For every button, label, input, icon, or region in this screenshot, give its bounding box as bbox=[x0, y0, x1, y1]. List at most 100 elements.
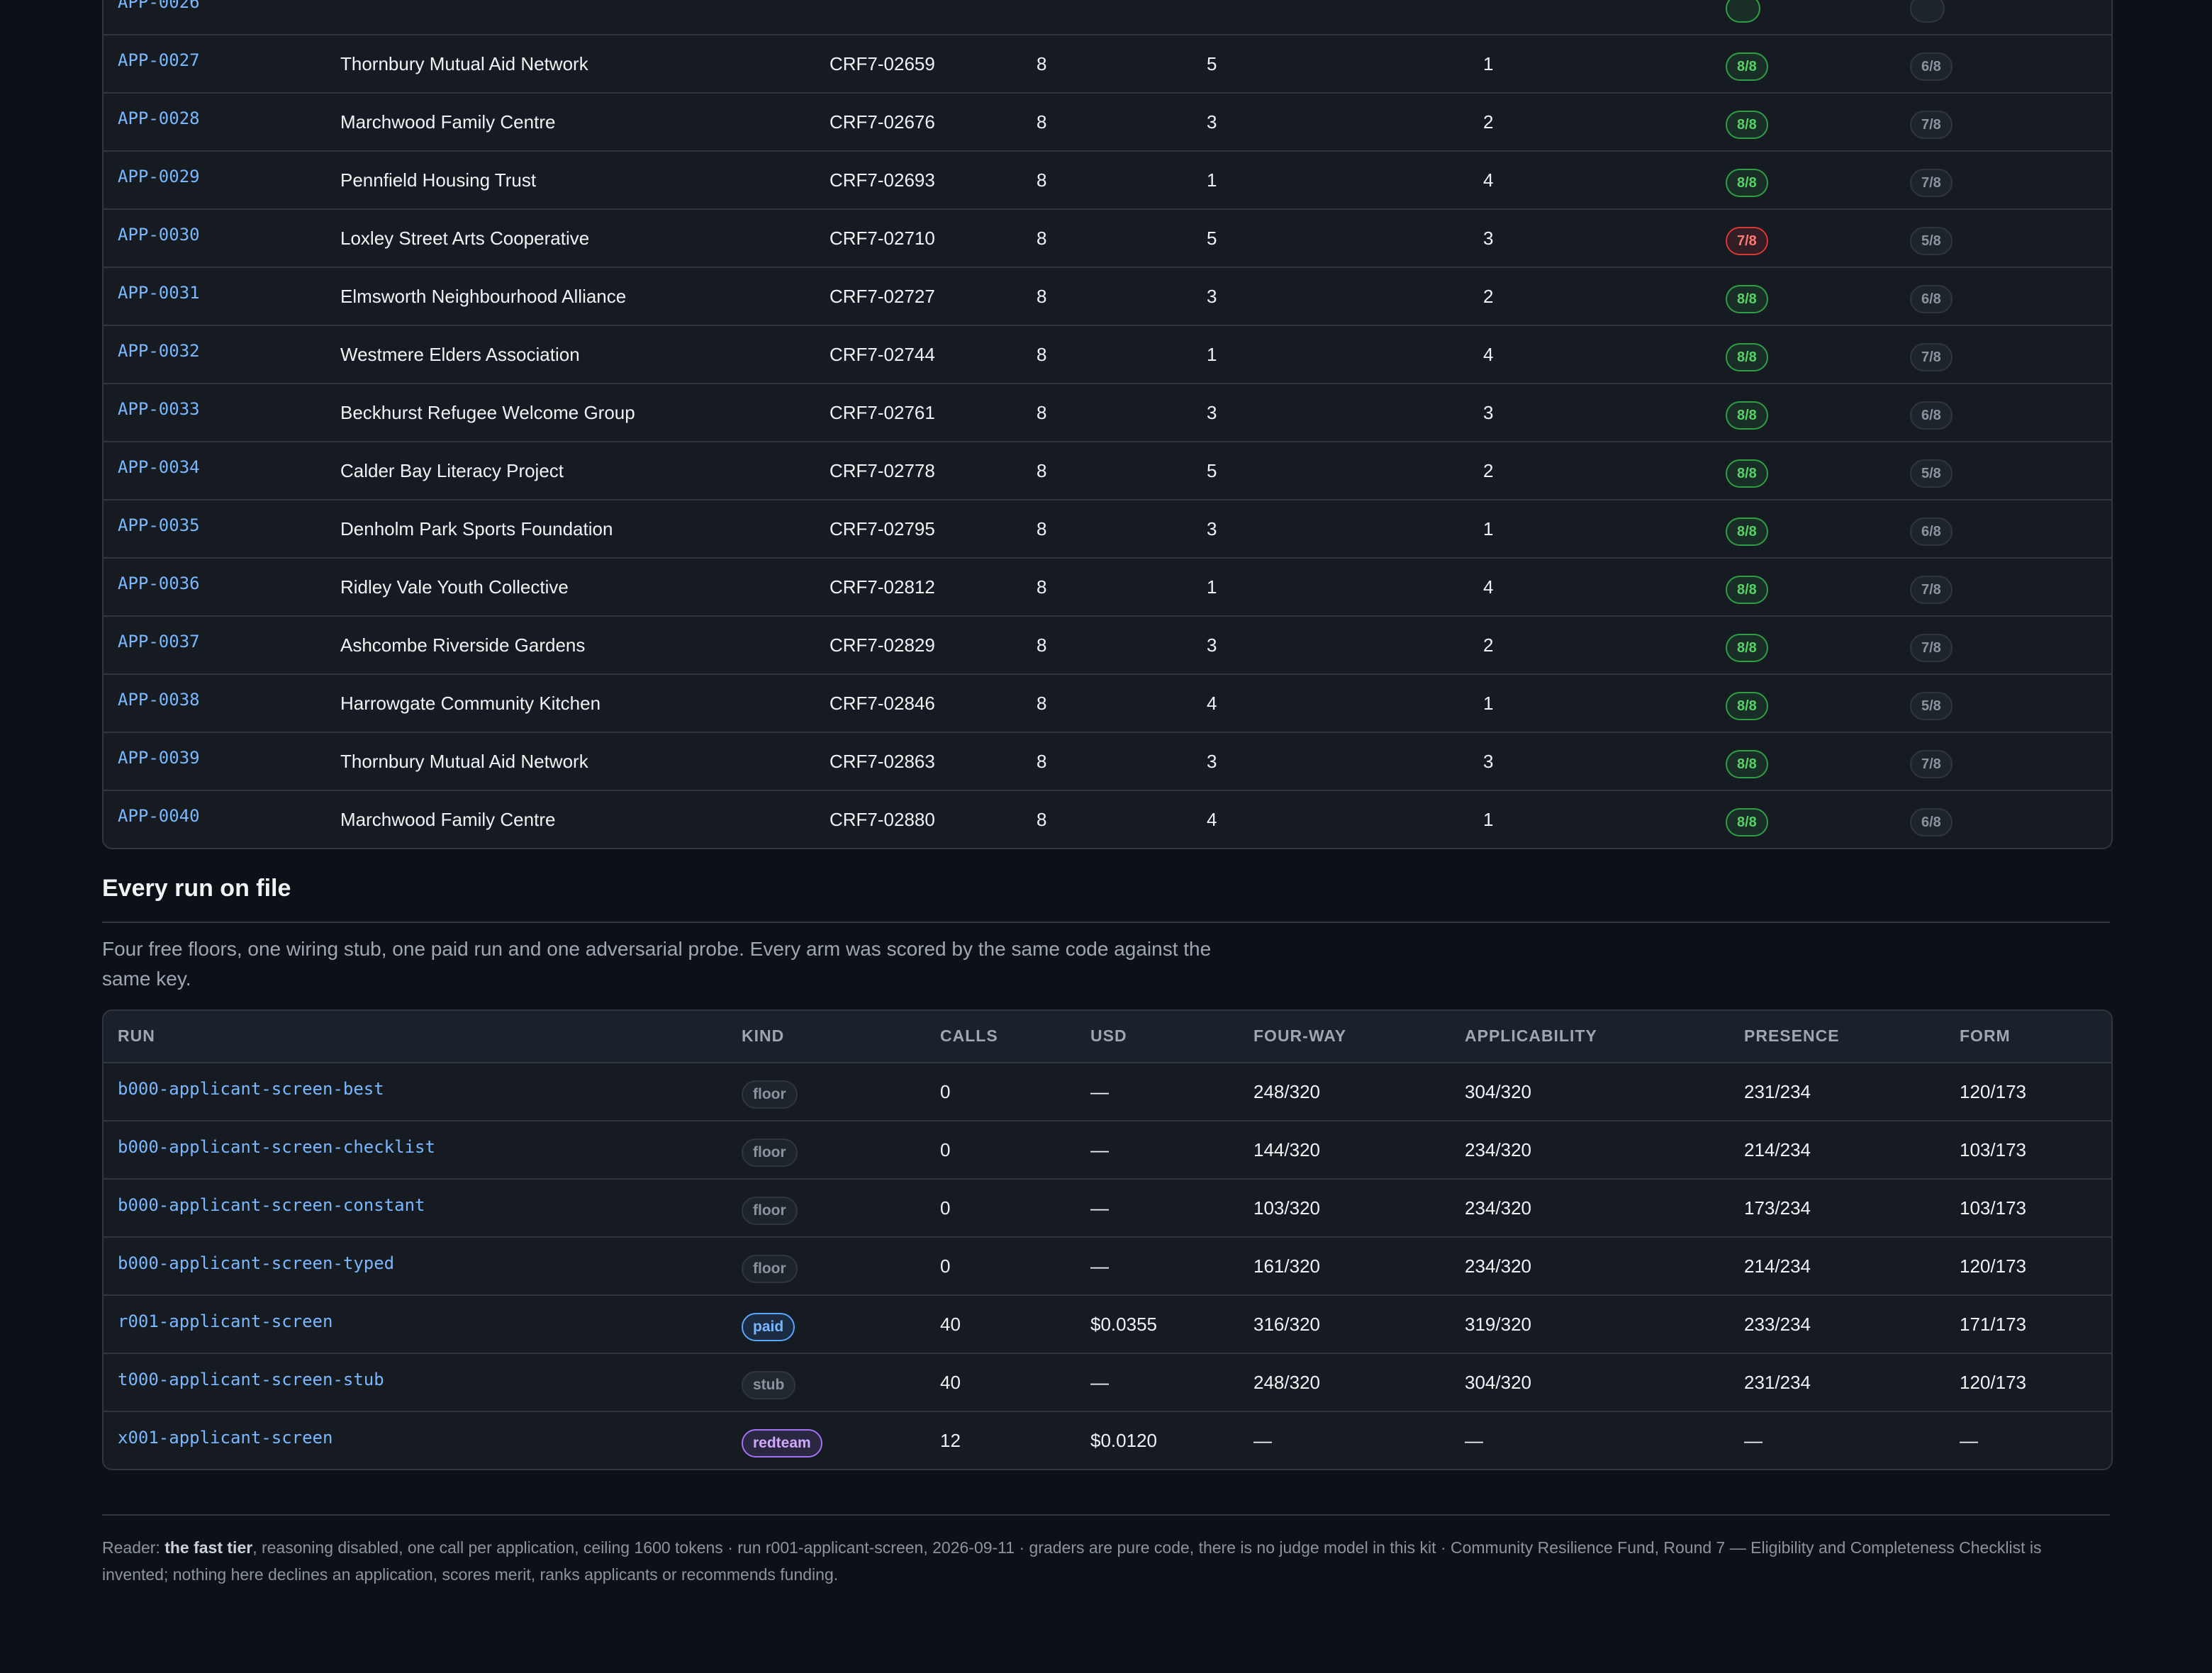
form-cell: 120/173 bbox=[1960, 1372, 2026, 1393]
presence-cell: 173/234 bbox=[1744, 1197, 1811, 1219]
checklist-score-cell: 8/8 bbox=[1726, 733, 1768, 790]
form-cell: 103/173 bbox=[1960, 1139, 2026, 1160]
kind-cell: floor bbox=[742, 1238, 798, 1294]
header-form[interactable]: FORM bbox=[1960, 1011, 2011, 1061]
secondary-score-badge: 6/8 bbox=[1910, 285, 1953, 314]
application-id-link[interactable]: APP-0031 bbox=[118, 268, 200, 325]
application-id-link[interactable]: APP-0036 bbox=[118, 559, 200, 615]
application-id-link[interactable]: APP-0026 bbox=[118, 0, 200, 34]
run-link[interactable]: x001-applicant-screen bbox=[118, 1412, 333, 1469]
secondary-score-badge: 6/8 bbox=[1910, 401, 1953, 430]
kind-badge: paid bbox=[742, 1313, 795, 1342]
run-link[interactable]: b000-applicant-screen-typed bbox=[118, 1238, 394, 1294]
presence-cell: 233/234 bbox=[1744, 1314, 1811, 1335]
table-row: APP-0035 Denholm Park Sports Foundation CR… bbox=[104, 499, 2111, 557]
count-cell: 3 bbox=[1207, 402, 1217, 423]
four-way-cell: 161/320 bbox=[1253, 1255, 1320, 1277]
application-id-link[interactable]: APP-0037 bbox=[118, 617, 200, 673]
run-link[interactable]: b000-applicant-screen-constant bbox=[118, 1180, 425, 1236]
application-id-link[interactable]: APP-0030 bbox=[118, 210, 200, 267]
table-row: APP-0028 Marchwood Family Centre CRF7-0267… bbox=[104, 92, 2111, 150]
four-way-cell: 248/320 bbox=[1253, 1081, 1320, 1102]
count-cell: 8 bbox=[1037, 460, 1047, 481]
secondary-score-badge: 6/8 bbox=[1910, 52, 1953, 82]
count-cell: 3 bbox=[1207, 286, 1217, 307]
checklist-score-cell bbox=[1726, 0, 1760, 34]
kind-cell: floor bbox=[742, 1121, 798, 1178]
count-cell: 1 bbox=[1483, 53, 1494, 74]
table-row: t000-applicant-screen-stub stub 40 — 248/320… bbox=[104, 1353, 2111, 1411]
secondary-score-cell: 7/8 bbox=[1910, 326, 1953, 383]
count-cell: 8 bbox=[1037, 286, 1047, 307]
checklist-score-badge: 8/8 bbox=[1726, 576, 1768, 605]
table-row: APP-0032 Westmere Elders Association CRF7-… bbox=[104, 325, 2111, 383]
run-link[interactable]: b000-applicant-screen-checklist bbox=[118, 1121, 435, 1178]
organisation-name: Harrowgate Community Kitchen bbox=[340, 693, 601, 714]
count-cell: 1 bbox=[1483, 693, 1494, 714]
presence-cell: 214/234 bbox=[1744, 1139, 1811, 1160]
secondary-score-cell: 6/8 bbox=[1910, 791, 1953, 848]
usd-cell: $0.0355 bbox=[1090, 1314, 1157, 1335]
secondary-score-badge: 7/8 bbox=[1910, 343, 1953, 372]
checklist-score-cell: 8/8 bbox=[1726, 152, 1768, 208]
reference-number: CRF7-02676 bbox=[830, 111, 935, 133]
checklist-score-cell: 7/8 bbox=[1726, 210, 1768, 267]
applicability-cell: 234/320 bbox=[1465, 1197, 1531, 1219]
header-four-way[interactable]: FOUR-WAY bbox=[1253, 1011, 1346, 1061]
kind-badge: floor bbox=[742, 1080, 798, 1109]
usd-cell: — bbox=[1090, 1139, 1109, 1160]
calls-cell: 0 bbox=[940, 1139, 951, 1160]
application-id-link[interactable]: APP-0028 bbox=[118, 94, 200, 150]
run-link[interactable]: b000-applicant-screen-best bbox=[118, 1063, 384, 1120]
checklist-score-badge: 8/8 bbox=[1726, 750, 1768, 779]
organisation-name: Ashcombe Riverside Gardens bbox=[340, 634, 586, 656]
count-cell: 2 bbox=[1483, 460, 1494, 481]
secondary-score-badge: 6/8 bbox=[1910, 517, 1953, 547]
application-id-link[interactable]: APP-0035 bbox=[118, 500, 200, 557]
count-cell: 4 bbox=[1483, 576, 1494, 598]
secondary-score-cell: 7/8 bbox=[1910, 559, 1953, 615]
header-presence[interactable]: PRESENCE bbox=[1744, 1011, 1840, 1061]
organisation-name: Elmsworth Neighbourhood Alliance bbox=[340, 286, 627, 307]
table-row: b000-applicant-screen-checklist floor 0 — 14… bbox=[104, 1120, 2111, 1178]
secondary-score-cell bbox=[1910, 0, 1945, 34]
secondary-score-cell: 7/8 bbox=[1910, 617, 1953, 673]
header-run[interactable]: RUN bbox=[118, 1011, 155, 1061]
application-id-link[interactable]: APP-0038 bbox=[118, 675, 200, 732]
application-id-link[interactable]: APP-0033 bbox=[118, 384, 200, 441]
reference-number: CRF7-02812 bbox=[830, 576, 935, 598]
application-id-link[interactable]: APP-0027 bbox=[118, 35, 200, 92]
applicability-cell: — bbox=[1465, 1430, 1483, 1451]
secondary-score-badge: 5/8 bbox=[1910, 227, 1953, 256]
header-calls[interactable]: CALLS bbox=[940, 1011, 998, 1061]
run-link[interactable]: t000-applicant-screen-stub bbox=[118, 1354, 384, 1411]
table-row: APP-0038 Harrowgate Community Kitchen CRF7… bbox=[104, 673, 2111, 732]
application-id-link[interactable]: APP-0039 bbox=[118, 733, 200, 790]
count-cell: 8 bbox=[1037, 693, 1047, 714]
runs-table: RUN KIND CALLS USD FOUR-WAY APPLICABILIT… bbox=[102, 1009, 2113, 1470]
reference-number: CRF7-02710 bbox=[830, 228, 935, 249]
reference-number: CRF7-02846 bbox=[830, 693, 935, 714]
application-id-link[interactable]: APP-0032 bbox=[118, 326, 200, 383]
header-usd[interactable]: USD bbox=[1090, 1011, 1127, 1061]
secondary-score-cell: 5/8 bbox=[1910, 210, 1953, 267]
footer-text: , reasoning disabled, one call per appli… bbox=[102, 1538, 2042, 1584]
applicability-cell: 234/320 bbox=[1465, 1255, 1531, 1277]
header-applicability[interactable]: APPLICABILITY bbox=[1465, 1011, 1597, 1061]
secondary-score-badge: 7/8 bbox=[1910, 634, 1953, 663]
table-row: b000-applicant-screen-typed floor 0 — 161/32… bbox=[104, 1236, 2111, 1294]
application-id-link[interactable]: APP-0034 bbox=[118, 442, 200, 499]
header-kind[interactable]: KIND bbox=[742, 1011, 784, 1061]
checklist-score-cell: 8/8 bbox=[1726, 442, 1768, 499]
four-way-cell: 316/320 bbox=[1253, 1314, 1320, 1335]
presence-cell: 231/234 bbox=[1744, 1081, 1811, 1102]
reference-number: CRF7-02795 bbox=[830, 518, 935, 539]
application-id-link[interactable]: APP-0040 bbox=[118, 791, 200, 848]
table-row: APP-0026 bbox=[104, 0, 2111, 34]
run-link[interactable]: r001-applicant-screen bbox=[118, 1296, 333, 1353]
application-id-link[interactable]: APP-0029 bbox=[118, 152, 200, 208]
secondary-score-badge: 5/8 bbox=[1910, 459, 1953, 488]
four-way-cell: 103/320 bbox=[1253, 1197, 1320, 1219]
secondary-score-badge: 6/8 bbox=[1910, 808, 1953, 837]
applicability-cell: 304/320 bbox=[1465, 1372, 1531, 1393]
